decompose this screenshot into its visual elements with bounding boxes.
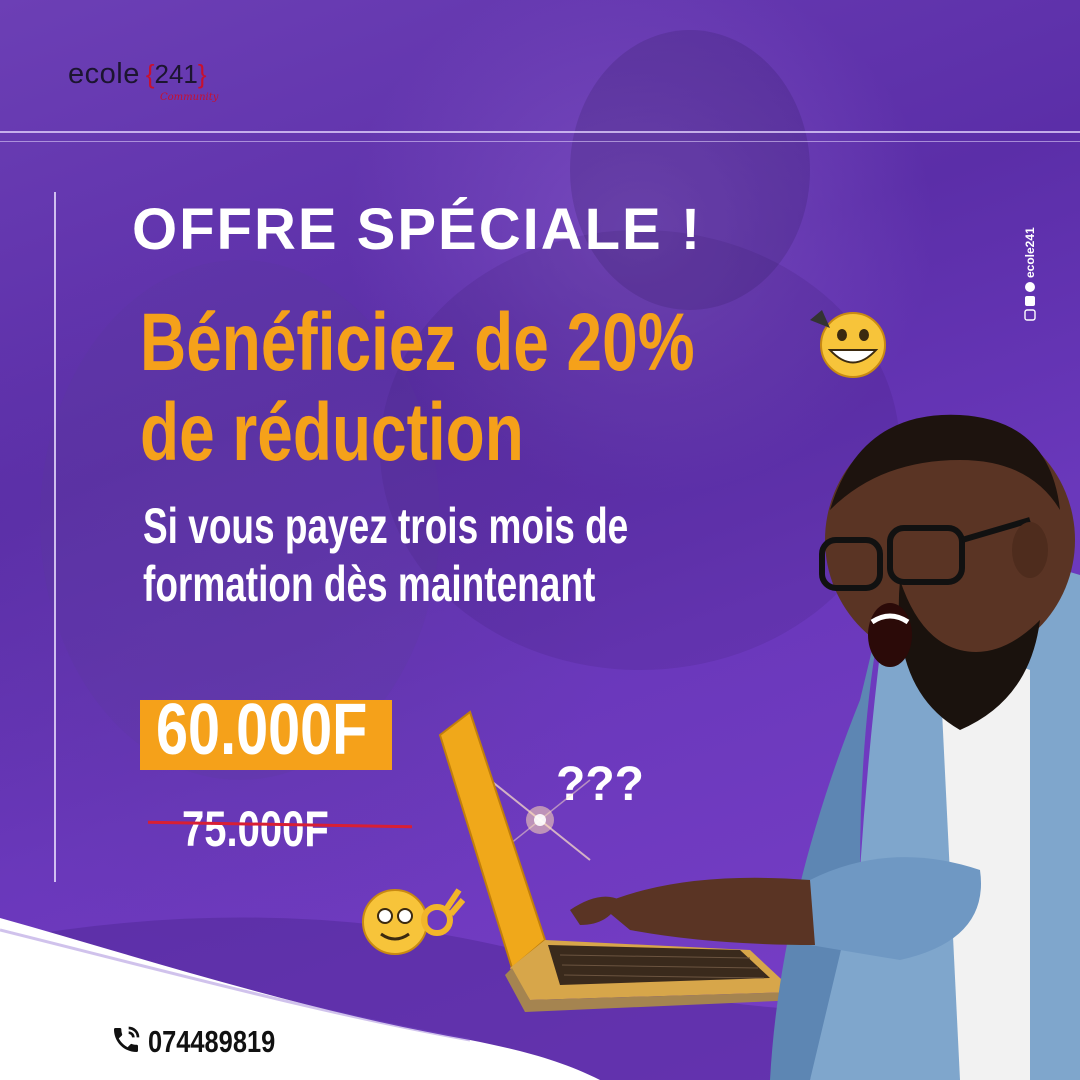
discount-line-1: Bénéficiez de 20% bbox=[140, 298, 851, 388]
logo-tagline: Community bbox=[160, 92, 219, 103]
promo-poster: ecole {241} Community OFFRE SPÉCIALE ! B… bbox=[0, 0, 1080, 1080]
logo-number-wrap: {241} bbox=[145, 59, 207, 89]
phone-number-text: 074489819 bbox=[148, 1024, 276, 1059]
phone-icon bbox=[114, 1026, 140, 1052]
new-price: 60.000F bbox=[156, 690, 420, 770]
logo-word: ecole bbox=[68, 58, 140, 90]
discount-line-1-text: Bénéficiez de 20% bbox=[140, 297, 695, 388]
grinning-emoji-icon bbox=[810, 310, 886, 378]
brand-logo: ecole {241} bbox=[68, 58, 207, 91]
phone-number: 074489819 bbox=[148, 1024, 303, 1060]
condition-line-2-text: formation dès maintenant bbox=[143, 556, 596, 612]
ok-hand-emoji-icon bbox=[362, 888, 465, 955]
logo-number: 241 bbox=[154, 59, 198, 89]
excited-man-illustration bbox=[570, 414, 1080, 1080]
social-handle-svg: ecole241 bbox=[1023, 227, 1037, 321]
social-handle-text: ecole241 bbox=[1023, 227, 1037, 278]
discount-line-2-text: de réduction bbox=[140, 387, 524, 478]
instagram-icon bbox=[1024, 309, 1036, 321]
header-divider-thin bbox=[0, 141, 1080, 142]
social-handle: ecole241 bbox=[1012, 225, 1042, 325]
header-divider bbox=[0, 131, 1080, 133]
side-accent-line bbox=[54, 192, 56, 882]
new-price-text: 60.000F bbox=[156, 690, 368, 770]
condition-line-1-text: Si vous payez trois mois de bbox=[143, 498, 629, 554]
facebook-icon bbox=[1025, 282, 1035, 292]
old-price: 75.000F bbox=[182, 799, 365, 859]
old-price-text: 75.000F bbox=[182, 801, 329, 857]
discount-line-2: de réduction bbox=[140, 388, 632, 478]
youtube-icon bbox=[1025, 296, 1035, 306]
offer-title: OFFRE SPÉCIALE ! bbox=[132, 197, 703, 262]
